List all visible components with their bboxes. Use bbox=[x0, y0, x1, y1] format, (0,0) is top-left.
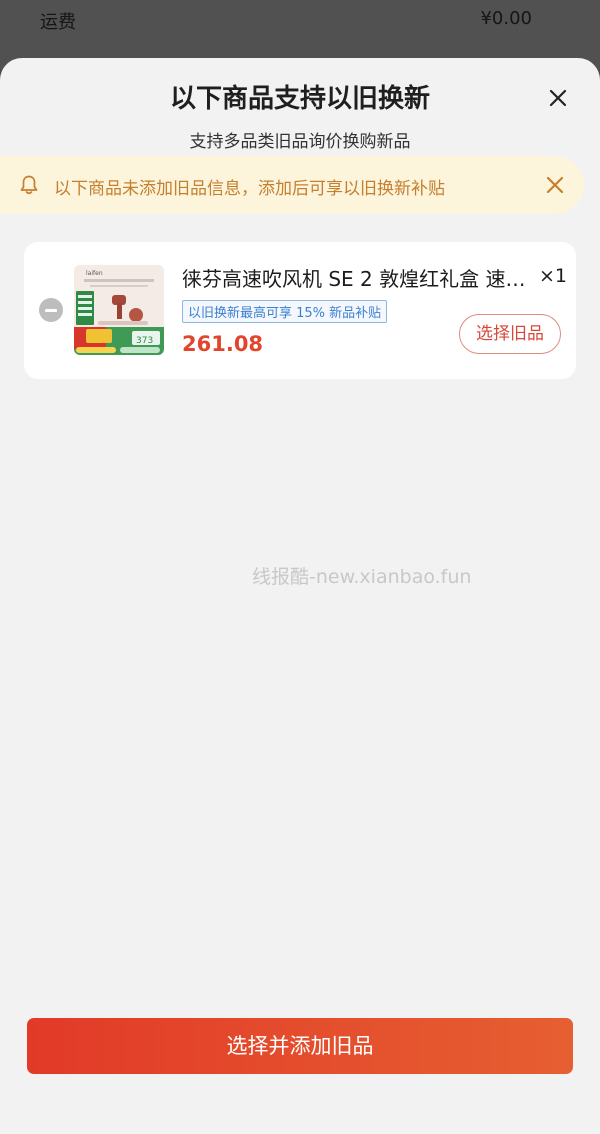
remove-item-button[interactable] bbox=[39, 298, 63, 322]
product-thumbnail: laifen 373 bbox=[74, 265, 164, 355]
bell-icon bbox=[18, 174, 40, 196]
notice-banner: 以下商品未添加旧品信息，添加后可享以旧换新补贴 bbox=[0, 156, 584, 214]
notice-close-icon[interactable] bbox=[545, 175, 565, 195]
product-price: 261.08 bbox=[182, 332, 264, 356]
trade-in-sheet: 以下商品支持以旧换新 支持多品类旧品询价换购新品 以下商品未添加旧品信息，添加后… bbox=[0, 58, 600, 1134]
sheet-title: 以下商品支持以旧换新 bbox=[169, 84, 430, 114]
notice-text: 以下商品未添加旧品信息，添加后可享以旧换新补贴 bbox=[54, 179, 445, 199]
thumb-badge-number: 373 bbox=[136, 336, 153, 346]
shipping-amount: ¥0.00 bbox=[480, 8, 532, 29]
trade-in-subsidy-tag: 以旧换新最高可享 15% 新品补贴 bbox=[182, 300, 388, 323]
select-and-add-old-item-button[interactable]: 选择并添加旧品 bbox=[27, 1018, 573, 1074]
product-card: laifen 373 徕芬高速吹风机 SE 2 敦煌红礼盒 速… ×1 以旧换新… bbox=[24, 242, 576, 379]
thumb-brand-text: laifen bbox=[86, 270, 103, 277]
watermark: 线报酷-new.xianbao.fun bbox=[252, 566, 472, 588]
product-quantity: ×1 bbox=[539, 265, 568, 287]
select-old-item-button[interactable]: 选择旧品 bbox=[459, 314, 561, 354]
shipping-label: 运费 bbox=[40, 12, 76, 33]
sheet-subtitle: 支持多品类旧品询价换购新品 bbox=[189, 132, 411, 152]
close-icon[interactable] bbox=[544, 84, 572, 112]
product-title[interactable]: 徕芬高速吹风机 SE 2 敦煌红礼盒 速… bbox=[182, 263, 532, 292]
